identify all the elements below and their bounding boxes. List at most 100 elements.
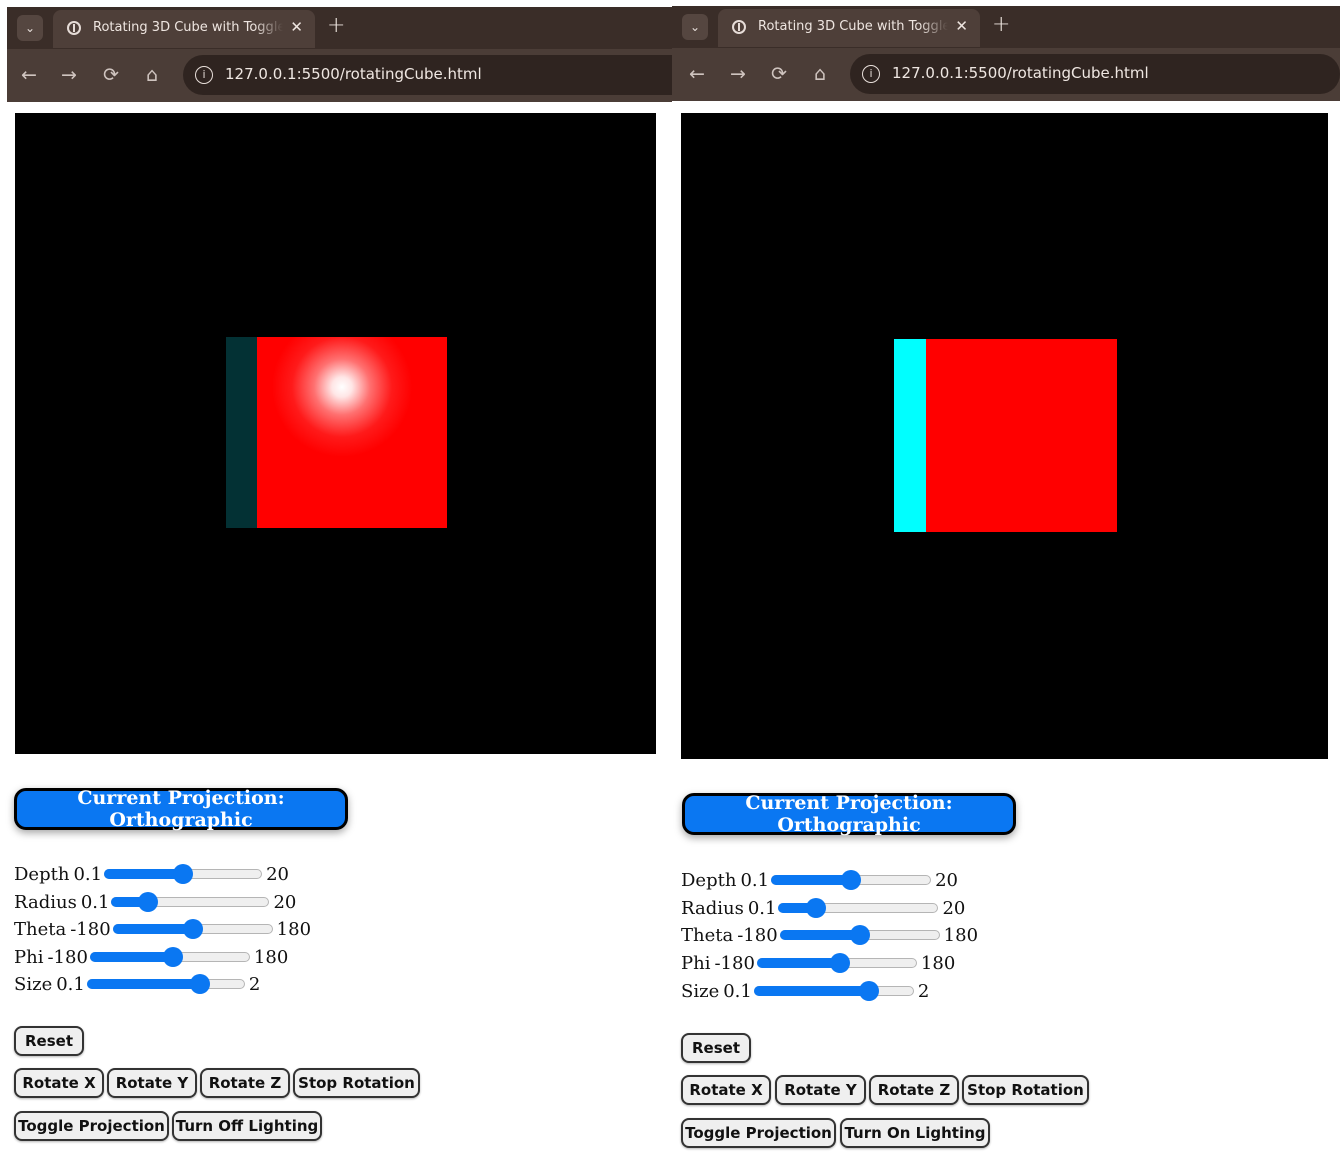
site-info-icon[interactable]: i	[862, 65, 880, 83]
radius-slider[interactable]	[778, 898, 939, 918]
new-tab-icon[interactable]: +	[992, 12, 1010, 37]
url-text[interactable]: 127.0.0.1:5500/rotatingCube.html	[225, 65, 482, 83]
depth-slider[interactable]	[771, 870, 932, 890]
browser-toolbar: ← → ⟳ ⌂ i 127.0.0.1:5500/rotatingCube.ht…	[7, 49, 672, 102]
close-tab-icon[interactable]: ✕	[290, 18, 303, 36]
radius-slider-row: Radius 0.1 20	[681, 895, 965, 921]
tab-search-chevron-icon[interactable]: ⌄	[17, 15, 43, 41]
depth-min: 0.1	[740, 869, 770, 891]
home-icon[interactable]: ⌂	[138, 61, 166, 89]
depth-min: 0.1	[73, 863, 103, 885]
phi-label: Phi	[14, 946, 44, 968]
theta-max: 180	[943, 924, 979, 946]
reload-icon[interactable]: ⟳	[97, 61, 125, 89]
slider-fill	[104, 869, 183, 879]
radius-min: 0.1	[80, 891, 110, 913]
globe-icon	[67, 21, 81, 35]
slider-thumb[interactable]	[138, 892, 159, 912]
projection-toggle-button[interactable]: Current Projection: Orthographic	[682, 792, 1016, 836]
radius-min: 0.1	[747, 897, 777, 919]
rotate-y-button[interactable]: Rotate Y	[107, 1068, 197, 1098]
phi-slider-row: Phi -180 180	[14, 944, 288, 970]
depth-slider-row: Depth 0.1 20	[681, 867, 958, 893]
reset-button[interactable]: Reset	[681, 1033, 751, 1063]
tab-title: Rotating 3D Cube with Toggleable Project…	[93, 20, 283, 35]
rotate-z-button[interactable]: Rotate Z	[200, 1068, 290, 1098]
slider-thumb[interactable]	[173, 864, 194, 884]
toggle-lighting-button[interactable]: Turn Off Lighting	[172, 1111, 322, 1141]
webgl-canvas[interactable]	[681, 113, 1328, 759]
slider-thumb[interactable]	[190, 974, 211, 994]
slider-fill	[753, 986, 868, 996]
rotate-x-button[interactable]: Rotate X	[681, 1075, 771, 1105]
address-bar[interactable]: i 127.0.0.1:5500/rotatingCube.html	[850, 54, 1340, 94]
slider-thumb[interactable]	[805, 898, 826, 918]
size-min: 0.1	[723, 980, 752, 1002]
new-tab-icon[interactable]: +	[327, 13, 345, 38]
theta-slider-row: Theta -180 180	[681, 922, 978, 948]
toggle-lighting-button[interactable]: Turn On Lighting	[840, 1118, 990, 1148]
theta-slider-row: Theta -180 180	[14, 916, 311, 942]
slider-thumb[interactable]	[849, 925, 870, 945]
browser-chrome: ⌄ Rotating 3D Cube with Toggleable Proje…	[7, 7, 672, 102]
slider-fill	[112, 924, 192, 934]
radius-label: Radius	[14, 891, 77, 913]
theta-slider[interactable]	[112, 919, 273, 939]
slider-thumb[interactable]	[841, 870, 862, 890]
phi-slider[interactable]	[756, 953, 917, 973]
rotate-y-button[interactable]: Rotate Y	[775, 1075, 866, 1105]
slider-fill	[779, 930, 859, 940]
address-bar[interactable]: i 127.0.0.1:5500/rotatingCube.html	[183, 55, 672, 95]
browser-toolbar: ← → ⟳ ⌂ i 127.0.0.1:5500/rotatingCube.ht…	[672, 48, 1340, 101]
radius-max: 20	[942, 897, 966, 919]
webgl-canvas[interactable]	[15, 113, 656, 754]
size-slider[interactable]	[753, 981, 914, 1001]
slider-thumb[interactable]	[163, 947, 184, 967]
depth-slider-row: Depth 0.1 20	[14, 861, 289, 887]
phi-slider[interactable]	[89, 947, 250, 967]
theta-label: Theta	[14, 918, 67, 940]
rotate-z-button[interactable]: Rotate Z	[869, 1075, 959, 1105]
tab-strip: ⌄ Rotating 3D Cube with Toggleable Proje…	[672, 6, 1340, 48]
browser-window-lighting-on: ⌄ Rotating 3D Cube with Toggleable Proje…	[0, 0, 672, 1158]
slider-fill	[771, 875, 851, 885]
depth-slider[interactable]	[104, 864, 263, 884]
browser-tab[interactable]: Rotating 3D Cube with Toggleable Project…	[53, 10, 315, 48]
close-tab-icon[interactable]: ✕	[955, 17, 968, 35]
depth-max: 20	[935, 869, 958, 891]
home-icon[interactable]: ⌂	[806, 60, 834, 88]
tab-title: Rotating 3D Cube with Toggleable Project…	[758, 19, 948, 34]
cube-side-face	[226, 337, 257, 528]
projection-toggle-button[interactable]: Current Projection: Orthographic	[14, 787, 348, 831]
depth-label: Depth	[14, 863, 70, 885]
phi-label: Phi	[681, 952, 711, 974]
reset-button[interactable]: Reset	[14, 1026, 84, 1056]
slider-thumb[interactable]	[830, 953, 851, 973]
radius-slider[interactable]	[111, 892, 270, 912]
phi-min: -180	[714, 952, 755, 974]
stop-rotation-button[interactable]: Stop Rotation	[962, 1075, 1089, 1105]
back-arrow-icon[interactable]: ←	[15, 61, 43, 89]
toggle-projection-button[interactable]: Toggle Projection	[681, 1118, 836, 1148]
url-text[interactable]: 127.0.0.1:5500/rotatingCube.html	[892, 64, 1149, 82]
size-label: Size	[681, 980, 720, 1002]
cube-front-face	[257, 337, 447, 528]
reload-icon[interactable]: ⟳	[765, 60, 793, 88]
radius-label: Radius	[681, 897, 744, 919]
theta-slider[interactable]	[779, 925, 940, 945]
phi-min: -180	[47, 946, 88, 968]
stop-rotation-button[interactable]: Stop Rotation	[293, 1068, 420, 1098]
slider-thumb[interactable]	[858, 981, 879, 1001]
back-arrow-icon[interactable]: ←	[683, 60, 711, 88]
rotate-x-button[interactable]: Rotate X	[14, 1068, 104, 1098]
slider-thumb[interactable]	[182, 919, 203, 939]
site-info-icon[interactable]: i	[195, 66, 213, 84]
toggle-projection-button[interactable]: Toggle Projection	[14, 1111, 169, 1141]
browser-tab[interactable]: Rotating 3D Cube with Toggleable Project…	[718, 9, 980, 47]
forward-arrow-icon[interactable]: →	[55, 61, 83, 89]
size-slider[interactable]	[86, 974, 245, 994]
browser-chrome: ⌄ Rotating 3D Cube with Toggleable Proje…	[672, 6, 1340, 101]
tab-search-chevron-icon[interactable]: ⌄	[682, 14, 708, 40]
globe-icon	[732, 20, 746, 34]
forward-arrow-icon[interactable]: →	[724, 60, 752, 88]
